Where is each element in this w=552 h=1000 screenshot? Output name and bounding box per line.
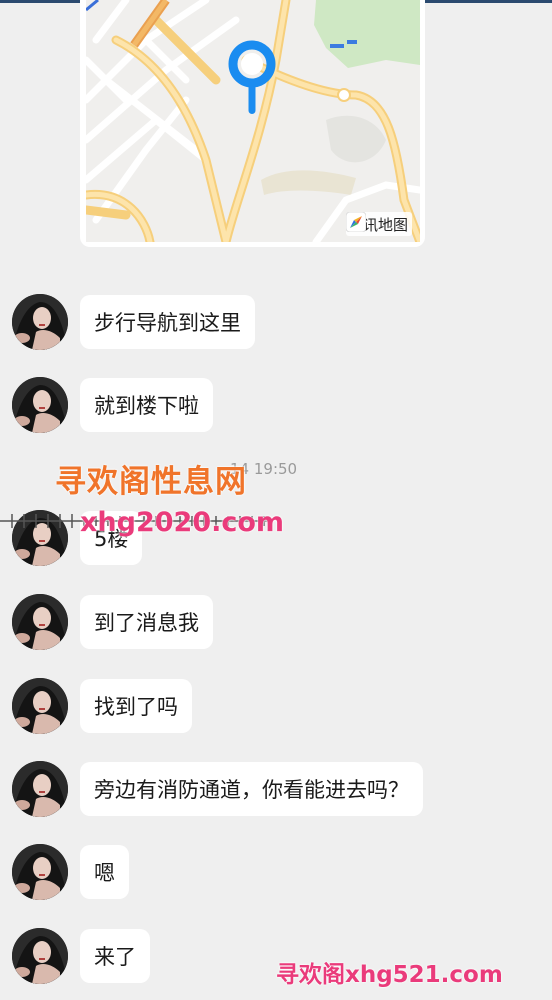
message-row: 找到了吗 [0,676,552,736]
avatar-image [12,678,68,734]
avatar[interactable] [12,594,68,650]
message-bubble[interactable]: 到了消息我 [80,595,213,649]
message-bubble[interactable]: 旁边有消防通道，你看能进去吗？ [80,762,423,816]
avatar-image [12,594,68,650]
avatar-image [12,761,68,817]
avatar[interactable] [12,844,68,900]
location-pin-icon [228,40,276,114]
location-map-card[interactable]: 腾讯地图 [80,0,425,247]
map-roads [86,0,420,242]
avatar-image [12,928,68,984]
avatar[interactable] [12,294,68,350]
avatar[interactable] [12,761,68,817]
message-row: 旁边有消防通道，你看能进去吗？ [0,759,552,819]
map-view[interactable]: 腾讯地图 [86,0,420,242]
message-bubble[interactable]: 找到了吗 [80,679,192,733]
message-bubble[interactable]: 步行导航到这里 [80,295,255,349]
avatar[interactable] [12,678,68,734]
message-row: 嗯 [0,842,552,902]
message-row: 到了消息我 [0,592,552,652]
message-bubble[interactable]: 嗯 [80,845,129,899]
avatar-image [12,377,68,433]
avatar[interactable] [12,377,68,433]
avatar-image [12,844,68,900]
watermark-footer: 寻欢阁xhg521.com [276,962,503,988]
avatar-image [12,294,68,350]
message-bubble[interactable]: 就到楼下啦 [80,378,213,432]
avatar[interactable] [12,928,68,984]
message-row: 步行导航到这里 [0,292,552,352]
map-brand-label: 腾讯地图 [345,212,412,236]
watermark-site-name: 寻欢阁性息网 [55,464,247,500]
message-row: 就到楼下啦 [0,375,552,435]
watermark-url: xhg2020.com [80,507,285,538]
compass-logo-icon [345,212,366,232]
message-bubble[interactable]: 来了 [80,929,150,983]
